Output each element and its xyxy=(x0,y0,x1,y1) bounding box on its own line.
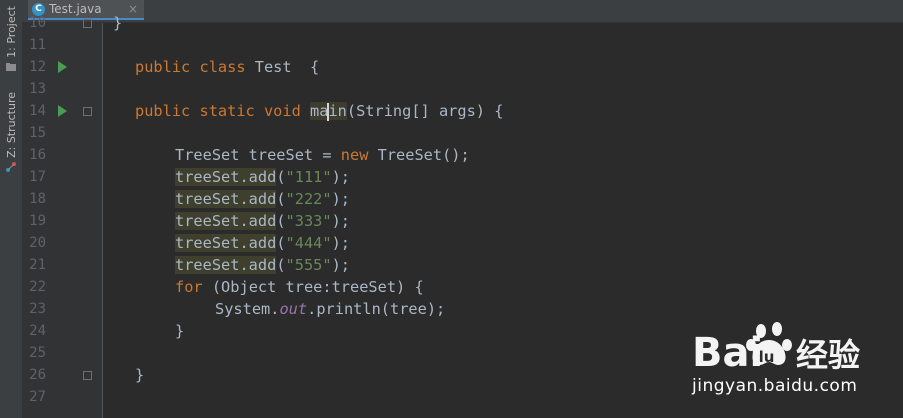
fold-end-icon[interactable] xyxy=(83,371,92,380)
keyword-new: new xyxy=(340,146,369,164)
svg-text:经验: 经验 xyxy=(796,336,860,374)
highlighted-call: treeSet.add xyxy=(175,212,277,230)
code-line: } xyxy=(175,322,185,340)
line-number: 11 xyxy=(29,37,46,53)
line-number: 22 xyxy=(29,279,46,295)
fold-start-icon[interactable] xyxy=(83,107,92,116)
run-main-icon[interactable] xyxy=(58,105,67,117)
structure-icon xyxy=(6,161,16,172)
line-number: 20 xyxy=(29,235,46,251)
line-number: 26 xyxy=(29,367,46,383)
run-class-icon[interactable] xyxy=(58,61,67,73)
keyword-public: public xyxy=(135,102,191,120)
tool-window-strip: 1: Project Z: Structure xyxy=(0,0,23,418)
line-number: 16 xyxy=(29,147,46,163)
code-line: TreeSet treeSet = new TreeSet(); xyxy=(175,146,470,164)
line-number: 15 xyxy=(29,125,46,141)
code-line: treeSet.add("222"); xyxy=(175,190,351,208)
line-number: 14 xyxy=(29,103,46,119)
project-tool-tab[interactable]: 1: Project xyxy=(2,6,20,72)
line-number: 21 xyxy=(29,257,46,273)
code-line: treeSet.add("333"); xyxy=(175,212,351,230)
line-number: 23 xyxy=(29,301,46,317)
highlighted-call: treeSet.add xyxy=(175,234,277,252)
baidu-jingyan-logo: du Bai 经验 xyxy=(692,322,860,376)
watermark-url: jingyan.baidu.com xyxy=(692,376,858,396)
editor-gutter: 10 11 12 13 14 15 16 17 18 19 20 21 22 2… xyxy=(22,15,103,418)
code-line: treeSet.add("555"); xyxy=(175,256,351,274)
code-line: } xyxy=(113,12,122,34)
code-line: } xyxy=(135,366,145,384)
line-number: 25 xyxy=(29,345,46,361)
keyword-class: class xyxy=(199,58,246,76)
code-line: for (Object tree:treeSet) { xyxy=(175,278,424,296)
line-number: 12 xyxy=(29,59,46,75)
editor-tab-bar: C Test.java × xyxy=(22,0,903,23)
close-icon[interactable]: × xyxy=(128,2,138,16)
highlighted-call: treeSet.add xyxy=(175,256,277,274)
svg-text:Bai: Bai xyxy=(692,330,763,376)
line-number: 19 xyxy=(29,213,46,229)
fold-end-icon[interactable] xyxy=(83,19,92,28)
structure-tool-label: Z: Structure xyxy=(4,92,18,158)
keyword-for: for xyxy=(175,278,203,296)
keyword-static: static xyxy=(199,102,255,120)
line-number: 18 xyxy=(29,191,46,207)
line-number: 13 xyxy=(29,81,46,97)
line-number: 17 xyxy=(29,169,46,185)
structure-tool-tab[interactable]: Z: Structure xyxy=(2,92,20,172)
keyword-void: void xyxy=(263,102,301,120)
keyword-public: public xyxy=(135,58,191,76)
code-line: public static void main(String[] args) { xyxy=(135,102,504,121)
code-line: treeSet.add("111"); xyxy=(175,168,351,186)
code-line: System.out.println(tree); xyxy=(215,300,446,318)
code-line: treeSet.add("444"); xyxy=(175,234,351,252)
tab-filename: Test.java xyxy=(49,2,102,16)
code-line: public class Test { xyxy=(135,58,320,76)
text-caret xyxy=(327,102,330,121)
code-text: } xyxy=(113,14,123,32)
line-number: 10 xyxy=(29,15,46,31)
line-number: 24 xyxy=(29,323,46,339)
highlighted-call: treeSet.add xyxy=(175,168,277,186)
line-number: 27 xyxy=(29,389,46,405)
field-out: out xyxy=(279,300,308,318)
method-name-main: main xyxy=(310,102,347,121)
highlighted-call: treeSet.add xyxy=(175,190,277,208)
folder-icon xyxy=(6,62,16,71)
project-tool-label: 1: Project xyxy=(4,6,18,58)
